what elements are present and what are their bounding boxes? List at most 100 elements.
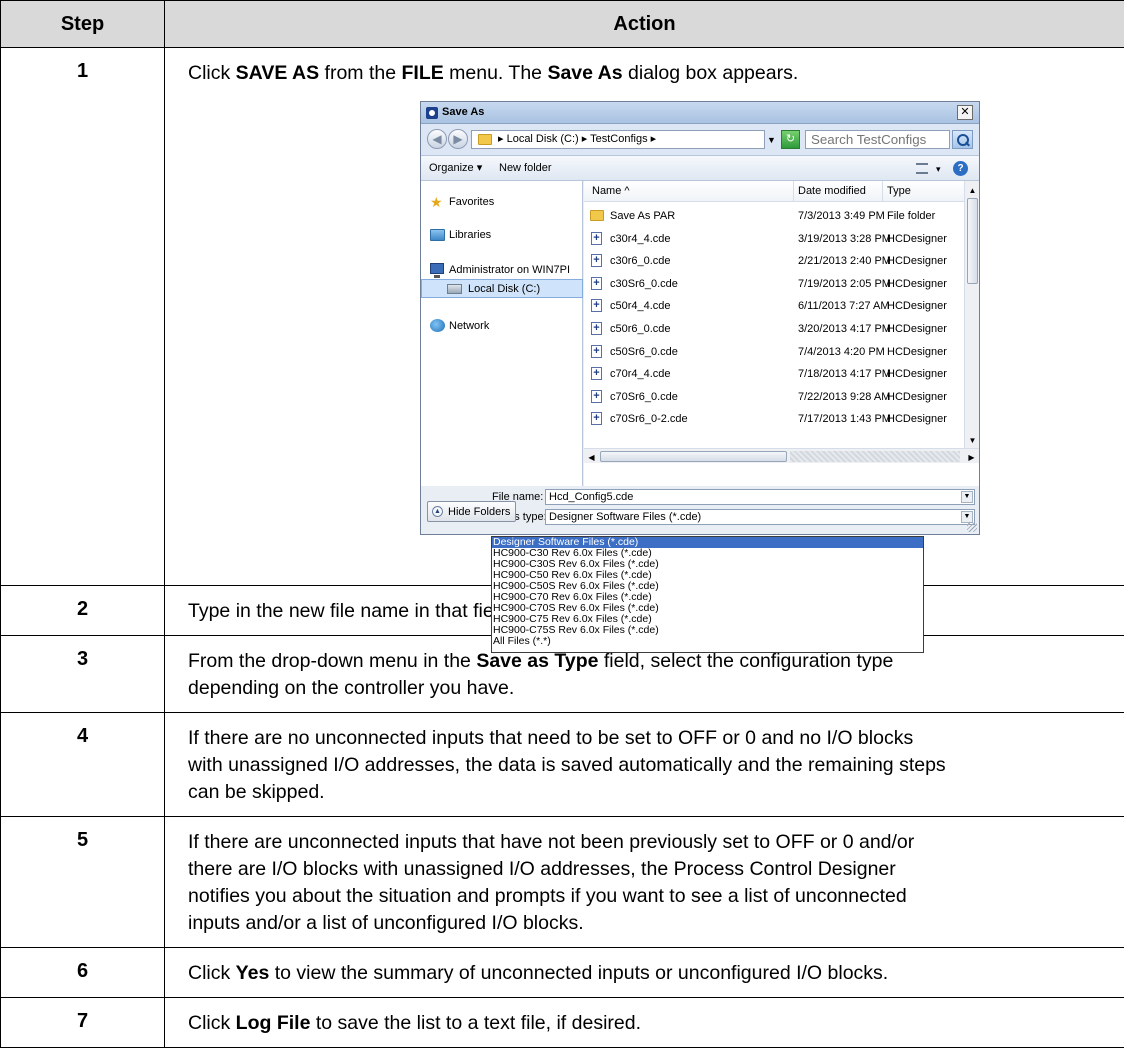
file-name: c50Sr6_0.cde — [610, 345, 678, 358]
chevron-up-icon: ▲ — [432, 506, 443, 517]
dialog-title: Save As — [442, 106, 485, 118]
bold-term: Yes — [235, 962, 270, 984]
back-button[interactable]: ◀ — [427, 129, 447, 149]
file-name: c30r4_4.cde — [610, 232, 671, 245]
text-run: If there are unconnected inputs that hav… — [188, 831, 915, 853]
file-date: 7/19/2013 2:05 PM — [798, 277, 891, 290]
network-icon — [430, 319, 445, 332]
libraries-icon — [430, 229, 445, 241]
bold-term: Log File — [235, 1012, 311, 1034]
step-row: 5 If there are unconnected inputs that h… — [0, 816, 1124, 948]
folder-icon — [590, 210, 604, 221]
view-dropdown-icon[interactable]: ▾ — [936, 163, 941, 176]
scroll-thumb[interactable] — [600, 451, 787, 462]
step-number: 7 — [0, 997, 165, 1048]
step-row: 7 Click Log File to save the list to a t… — [0, 997, 1124, 1048]
view-options-icon[interactable] — [916, 163, 928, 174]
dropdown-option[interactable]: All Files (*.*) — [492, 636, 923, 647]
text-run: to view the summary of unconnected input… — [269, 962, 889, 984]
vertical-scrollbar[interactable]: ▲ ▼ — [964, 181, 979, 448]
chevron-down-icon[interactable]: ▼ — [961, 491, 973, 503]
file-name: c50r6_0.cde — [610, 323, 671, 335]
scroll-up-icon[interactable]: ▲ — [965, 184, 980, 197]
cde-file-icon: + — [591, 299, 602, 313]
column-type[interactable]: Type — [887, 185, 911, 198]
file-row[interactable]: + c50r6_0.cde 3/20/2013 4:17 PM HCDesigner — [584, 318, 964, 340]
column-date-modified[interactable]: Date modified — [798, 185, 866, 198]
bold-term: FILE — [401, 62, 444, 84]
scroll-thumb[interactable] — [967, 198, 978, 284]
cde-file-icon: + — [591, 231, 602, 245]
resize-grip-icon[interactable] — [967, 522, 977, 532]
save-as-dialog: Save As ✕ ◀ ▶ ▸ Local Disk (C:) ▸ TestCo… — [420, 101, 980, 535]
file-date: 3/20/2013 4:17 PM — [798, 323, 891, 335]
text-run: Type in the new file name in that field. — [188, 600, 515, 622]
file-row[interactable]: + c70Sr6_0-2.cde 7/17/2013 1:43 PM HCDesign… — [584, 408, 964, 430]
new-folder-button[interactable]: New folder — [499, 162, 552, 175]
nav-favorites[interactable]: ★ Favorites — [421, 193, 583, 212]
close-button[interactable]: ✕ — [957, 105, 973, 120]
forward-button[interactable]: ▶ — [448, 129, 468, 149]
address-bar[interactable]: ▸ Local Disk (C:) ▸ TestConfigs ▸ — [471, 130, 765, 149]
command-bar: Organize ▾ New folder ▾ ? — [421, 155, 979, 181]
step-action: Click Log File to save the list to a tex… — [164, 997, 1124, 1048]
text-run: depending on the controller you have. — [188, 677, 515, 699]
step-number: 4 — [0, 712, 165, 817]
refresh-icon[interactable]: ↻ — [781, 130, 800, 149]
file-row[interactable]: + c70Sr6_0.cde 7/22/2013 9:28 AM HCDesigner — [584, 386, 964, 408]
search-input[interactable] — [805, 130, 950, 149]
file-row[interactable]: + c50Sr6_0.cde 7/4/2013 4:20 PM HCDesigner — [584, 341, 964, 363]
file-name: c70r4_4.cde — [610, 368, 671, 381]
text-run: inputs and/or a list of unconfigured I/O… — [188, 912, 584, 934]
scroll-left-icon[interactable]: ◀ — [584, 451, 599, 464]
text-run: field, select the configuration type — [598, 650, 894, 672]
scroll-down-icon[interactable]: ▼ — [965, 434, 980, 447]
scroll-right-icon[interactable]: ▶ — [964, 451, 979, 464]
file-name: Save As PAR — [610, 210, 676, 222]
column-divider[interactable] — [793, 181, 794, 202]
file-type: HCDesigner — [887, 300, 947, 313]
text-run: Click — [188, 1012, 236, 1034]
column-divider[interactable] — [882, 181, 883, 202]
text-run: from the — [319, 62, 402, 84]
horizontal-scrollbar[interactable]: ◀ ▶ — [584, 448, 979, 463]
file-row[interactable]: + c70r4_4.cde 7/18/2013 4:17 PM HCDesigner — [584, 363, 964, 385]
file-row[interactable]: + c30r4_4.cde 3/19/2013 3:28 PM HCDesigner — [584, 228, 964, 250]
folder-icon — [478, 134, 492, 145]
cde-file-icon: + — [591, 276, 602, 290]
nav-local-disk[interactable]: Local Disk (C:) — [421, 279, 583, 298]
step-action: If there are unconnected inputs that hav… — [164, 816, 1124, 948]
hide-folders-button[interactable]: ▲ Hide Folders — [427, 501, 516, 522]
save-type-value: Designer Software Files (*.cde) — [549, 511, 702, 523]
cde-file-icon: + — [591, 412, 602, 426]
cde-file-icon: + — [591, 367, 602, 381]
file-list-pane: Name ^ Date modified Type Save As PAR 7/3… — [584, 181, 979, 486]
nav-item-label: Administrator on WIN7PI — [449, 264, 571, 276]
nav-network[interactable]: Network — [421, 317, 583, 336]
step-row: 4 If there are no unconnected inputs tha… — [0, 712, 1124, 817]
column-name[interactable]: Name ^ — [592, 185, 630, 198]
nav-computer[interactable]: Administrator on WIN7PI — [421, 261, 583, 280]
dialog-titlebar[interactable]: Save As ✕ — [421, 102, 979, 124]
save-type-select[interactable]: Designer Software Files (*.cde) ▼ — [545, 509, 975, 525]
file-row[interactable]: + c50r4_4.cde 6/11/2013 7:27 AM HCDesigner — [584, 295, 964, 317]
text-run: notifies you about the situation and pro… — [188, 885, 907, 907]
search-icon[interactable] — [952, 130, 973, 149]
nav-libraries[interactable]: Libraries — [421, 226, 583, 245]
organize-button[interactable]: Organize ▾ — [429, 162, 482, 175]
file-name: c30r6_0.cde — [610, 255, 671, 268]
text-run: menu. The — [443, 62, 548, 84]
nav-item-label: Local Disk (C:) — [468, 283, 541, 295]
file-row[interactable]: + c30r6_0.cde 2/21/2013 2:40 PM HCDesigner — [584, 250, 964, 272]
file-name-field[interactable]: Hcd_Config5.cde ▼ — [545, 489, 975, 505]
file-row[interactable]: Save As PAR 7/3/2013 3:49 PM File folder — [584, 205, 964, 227]
cde-file-icon: + — [591, 344, 602, 358]
file-row[interactable]: + c30Sr6_0.cde 7/19/2013 2:05 PM HCDesigner — [584, 273, 964, 295]
dropdown-option[interactable]: HC900-C75S Rev 6.0x Files (*.cde) — [492, 625, 923, 636]
address-dropdown-icon[interactable]: ▼ — [767, 134, 776, 147]
app-icon — [426, 107, 438, 119]
help-icon[interactable]: ? — [953, 161, 968, 176]
computer-icon — [430, 263, 444, 278]
address-path: ▸ Local Disk (C:) ▸ TestConfigs ▸ — [498, 133, 657, 145]
file-type: HCDesigner — [887, 277, 947, 290]
